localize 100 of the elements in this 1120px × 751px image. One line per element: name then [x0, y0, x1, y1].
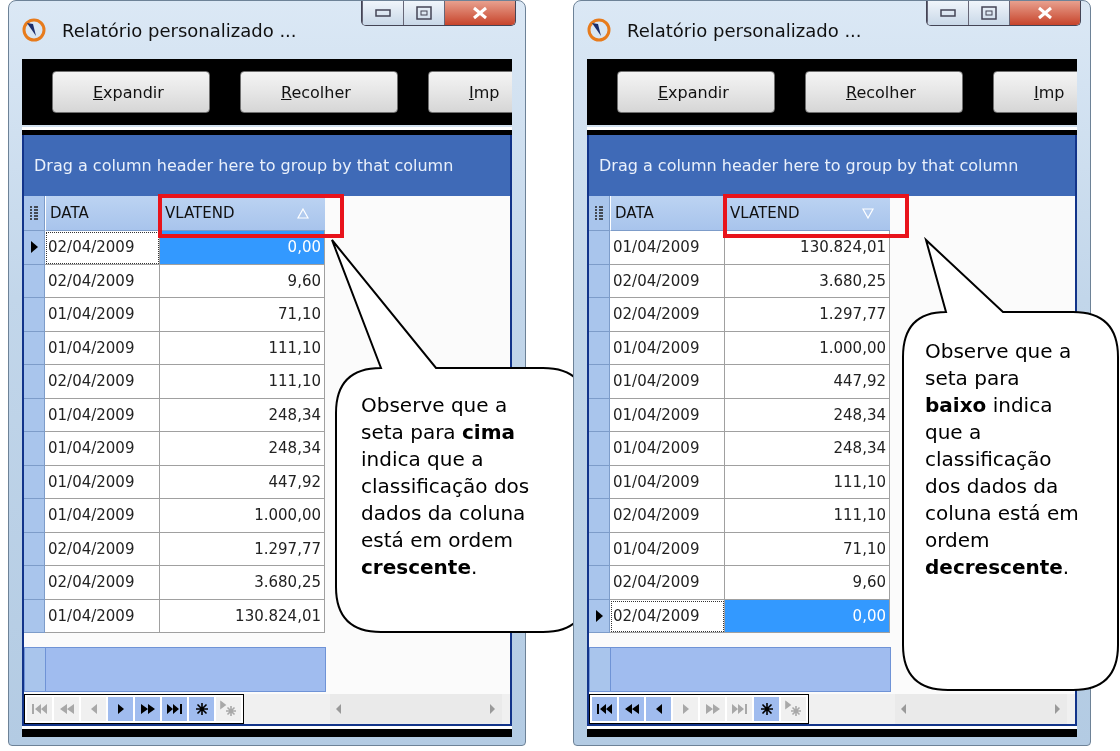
prev-page-icon — [59, 704, 74, 714]
navigator-button[interactable] — [619, 697, 644, 721]
navigator-button[interactable] — [189, 697, 214, 721]
table-cell: 111,10 — [725, 499, 890, 533]
column-chooser-button[interactable] — [589, 196, 610, 231]
table-cell: 01/04/2009 — [45, 331, 160, 365]
table-cell: 01/04/2009 — [610, 465, 725, 499]
navigator-button[interactable] — [135, 697, 160, 721]
group-by-panel[interactable]: Drag a column header here to group by that column — [22, 135, 512, 196]
last-icon — [167, 704, 182, 714]
first-icon — [597, 704, 612, 714]
window-title: Relatório personalizado ... — [627, 19, 862, 41]
scroll-left-icon — [901, 704, 907, 714]
insert-icon — [760, 703, 773, 715]
table-cell: 01/04/2009 — [45, 599, 160, 633]
table-cell: 01/04/2009 — [610, 365, 725, 399]
table-cell: 02/04/2009 — [45, 566, 160, 600]
window-title: Relatório personalizado ... — [62, 19, 297, 41]
toolbar-button[interactable]: Expandir — [52, 71, 210, 113]
new-row-bar[interactable] — [589, 647, 891, 692]
column-header-label: DATA — [50, 204, 89, 222]
table-cell: 01/04/2009 — [610, 432, 725, 466]
close-icon — [1036, 6, 1054, 20]
app-logo-icon — [22, 18, 46, 42]
column-header-label: DATA — [615, 204, 654, 222]
scroll-right-icon — [1055, 704, 1061, 714]
navigator-button[interactable] — [592, 697, 617, 721]
table-cell: 248,34 — [725, 398, 890, 432]
current-row-icon — [30, 241, 38, 254]
new-row-bar[interactable] — [24, 647, 326, 692]
toolbar-button[interactable]: Imp — [993, 71, 1077, 113]
column-header[interactable]: DATA — [45, 196, 160, 231]
column-header[interactable]: DATA — [610, 196, 725, 231]
group-by-panel[interactable]: Drag a column header here to group by that column — [587, 135, 1077, 196]
table-cell: 02/04/2009 — [45, 532, 160, 566]
column-header[interactable]: VLATEND — [160, 196, 325, 231]
table-cell: 01/04/2009 — [610, 231, 725, 265]
prev-page-icon — [624, 704, 639, 714]
navigator-button[interactable] — [646, 697, 671, 721]
list-icon — [594, 206, 604, 220]
close-icon — [471, 6, 489, 20]
close-button[interactable] — [444, 1, 515, 25]
toolbar-button[interactable]: Imp — [428, 71, 512, 113]
table-cell: 02/04/2009 — [610, 566, 725, 600]
table-cell: 447,92 — [725, 365, 890, 399]
navigator-button[interactable] — [162, 697, 187, 721]
next-icon — [682, 704, 689, 714]
first-icon — [32, 704, 47, 714]
column-chooser-button[interactable] — [24, 196, 45, 231]
callout-text: Observe que a seta para cima indica que a classificação dos dados da coluna está em ordem crescente. — [361, 392, 531, 581]
next-page-icon — [705, 704, 720, 714]
column-header-label: VLATEND — [730, 204, 800, 222]
table-cell: 111,10 — [160, 331, 325, 365]
row-indicator[interactable] — [589, 599, 610, 633]
table-cell: 01/04/2009 — [45, 398, 160, 432]
table-cell: 02/04/2009 — [610, 264, 725, 298]
table-cell: 02/04/2009 — [45, 264, 160, 298]
post-icon — [221, 702, 236, 716]
column-header[interactable]: VLATEND — [725, 196, 890, 231]
navigator-button[interactable] — [108, 697, 133, 721]
table-cell: 9,60 — [725, 566, 890, 600]
minimize-icon — [375, 9, 391, 17]
toolbar-button[interactable]: Recolher — [240, 71, 398, 113]
table-cell: 1.000,00 — [160, 499, 325, 533]
navigator-button[interactable] — [754, 697, 779, 721]
app-logo-icon — [587, 18, 611, 42]
minimize-icon — [940, 9, 956, 17]
scroll-right-icon — [490, 704, 496, 714]
maximize-button[interactable] — [403, 1, 444, 25]
table-cell: 01/04/2009 — [610, 532, 725, 566]
close-button[interactable] — [1009, 1, 1080, 25]
next-icon — [117, 704, 124, 714]
table-cell: 1.000,00 — [725, 331, 890, 365]
table-cell: 248,34 — [160, 432, 325, 466]
insert-icon — [195, 703, 208, 715]
table-cell: 02/04/2009 — [610, 599, 725, 633]
list-icon — [29, 206, 39, 220]
maximize-button[interactable] — [968, 1, 1009, 25]
horizontal-scrollbar[interactable] — [895, 694, 1067, 724]
table-cell: 02/04/2009 — [45, 365, 160, 399]
table-cell: 02/04/2009 — [45, 231, 160, 265]
toolbar-button[interactable]: Expandir — [617, 71, 775, 113]
table-cell: 0,00 — [725, 599, 890, 633]
table-cell: 01/04/2009 — [45, 499, 160, 533]
table-cell: 248,34 — [725, 432, 890, 466]
minimize-button[interactable] — [362, 1, 403, 25]
next-page-icon — [140, 704, 155, 714]
sort-ascending-icon — [297, 207, 309, 219]
table-cell: 01/04/2009 — [610, 398, 725, 432]
table-cell: 9,60 — [160, 264, 325, 298]
table-cell: 71,10 — [160, 298, 325, 332]
table-cell: 111,10 — [160, 365, 325, 399]
table-cell: 1.297,77 — [160, 532, 325, 566]
toolbar-button[interactable]: Recolher — [805, 71, 963, 113]
table-cell: 02/04/2009 — [610, 298, 725, 332]
horizontal-scrollbar[interactable] — [330, 694, 502, 724]
minimize-button[interactable] — [927, 1, 968, 25]
row-indicator[interactable] — [24, 231, 45, 265]
callout-text: Observe que a seta para baixo indica que a classificação dos dados da coluna está em ordem decrescente. — [925, 338, 1080, 581]
table-cell: 01/04/2009 — [45, 298, 160, 332]
